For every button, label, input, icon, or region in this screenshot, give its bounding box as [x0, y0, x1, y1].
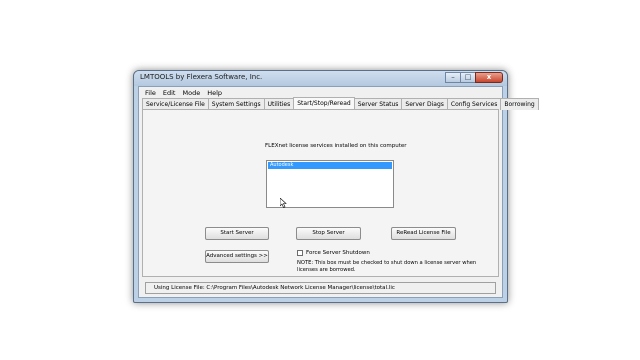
- minimize-button[interactable]: –: [445, 72, 461, 83]
- close-button[interactable]: x: [475, 72, 503, 83]
- lmtools-window: LMTOOLS by Flexera Software, Inc. – □ x …: [133, 70, 539, 303]
- status-bar: Using License File: C:\Program Files\Aut…: [145, 282, 496, 294]
- borrowed-note: NOTE: This box must be checked to shut d…: [297, 260, 477, 273]
- services-label: FLEXnet license services installed on th…: [265, 143, 407, 149]
- mouse-cursor-icon: [280, 198, 287, 208]
- tab-borrowing[interactable]: Borrowing: [500, 98, 539, 110]
- menu-mode[interactable]: Mode: [179, 87, 204, 98]
- services-list-item[interactable]: Autodesk: [268, 162, 392, 169]
- title-bar[interactable]: LMTOOLS by Flexera Software, Inc. – □ x: [134, 71, 507, 86]
- window-controls: – □ x: [445, 72, 503, 84]
- menu-help[interactable]: Help: [204, 87, 226, 98]
- force-shutdown-checkbox[interactable]: [297, 250, 303, 256]
- force-shutdown-label: Force Server Shutdown: [306, 250, 370, 256]
- client-area: File Edit Mode Help Service/License File…: [138, 86, 539, 298]
- stop-server-button[interactable]: Stop Server: [296, 227, 361, 240]
- minimize-icon: –: [451, 73, 455, 81]
- close-icon: x: [486, 73, 492, 81]
- tab-strip: Service/License File System Settings Uti…: [142, 97, 539, 110]
- menu-edit[interactable]: Edit: [160, 87, 180, 98]
- menu-file[interactable]: File: [142, 87, 160, 98]
- reread-license-button[interactable]: ReRead License File: [391, 227, 456, 240]
- start-server-button[interactable]: Start Server: [205, 227, 269, 240]
- maximize-icon: □: [464, 73, 472, 81]
- force-shutdown-row: Force Server Shutdown: [297, 250, 370, 256]
- maximize-button[interactable]: □: [460, 72, 476, 83]
- advanced-settings-button[interactable]: Advanced settings >>: [205, 250, 269, 263]
- start-stop-panel: FLEXnet license services installed on th…: [142, 109, 499, 277]
- window-title: LMTOOLS by Flexera Software, Inc.: [140, 73, 263, 81]
